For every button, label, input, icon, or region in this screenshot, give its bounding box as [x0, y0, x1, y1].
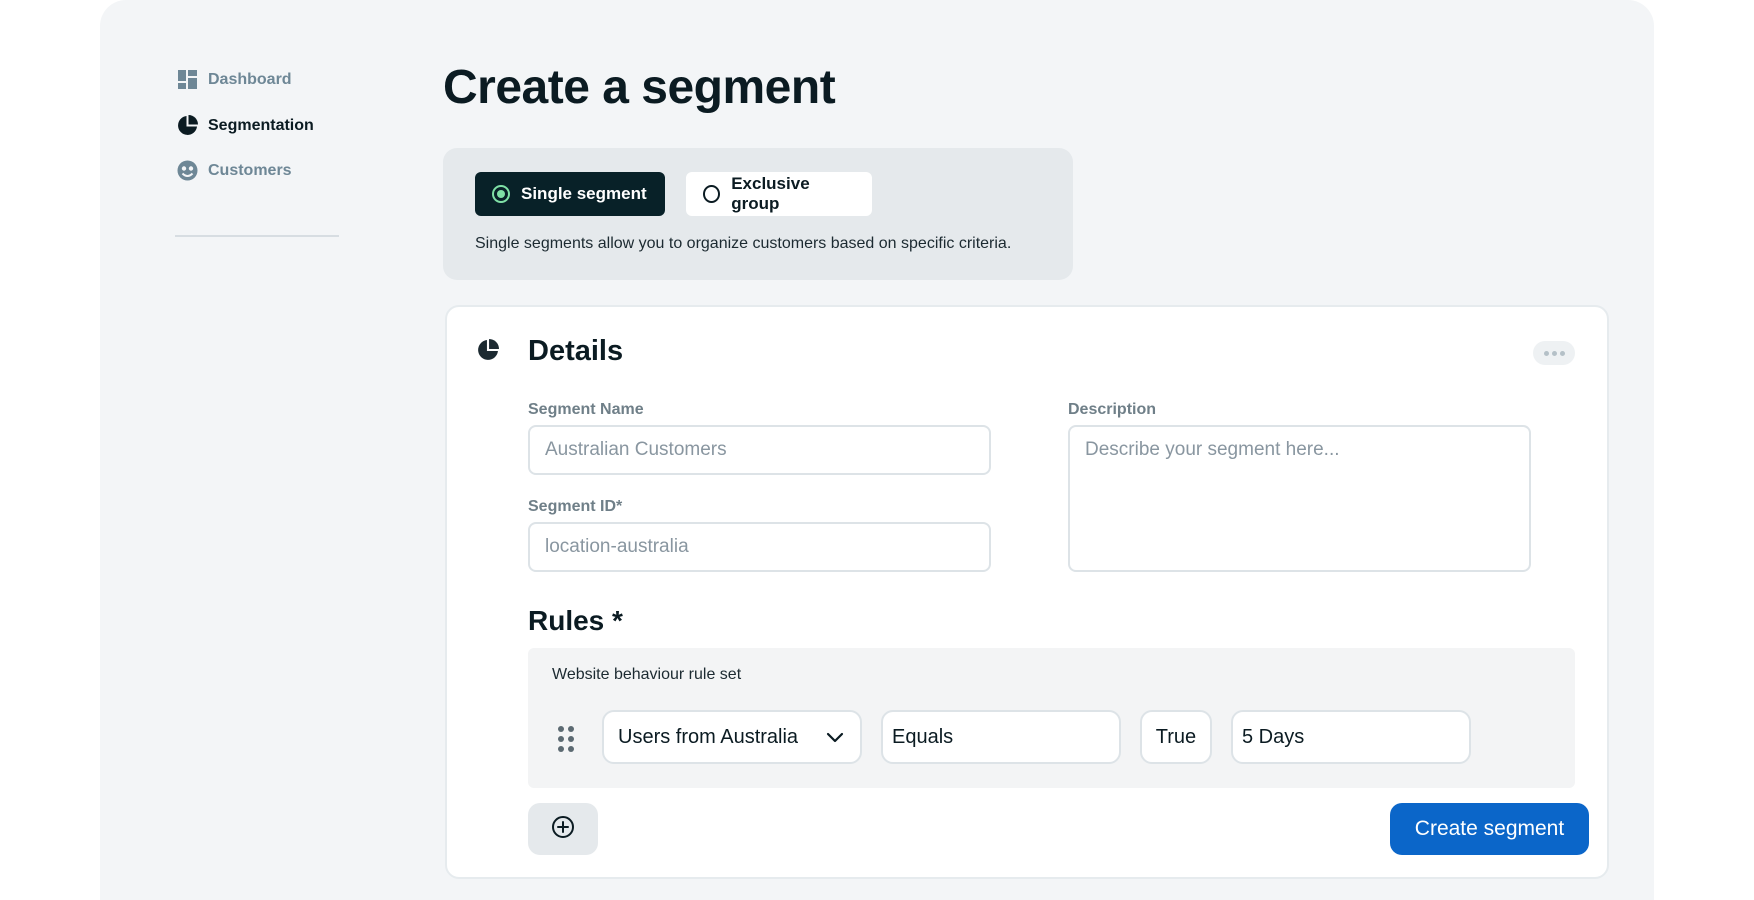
option-label: Exclusive group [731, 174, 810, 213]
rule-set-panel: Website behaviour rule set Users from Au… [528, 648, 1575, 788]
radio-unselected-icon [703, 185, 721, 203]
add-rule-button[interactable] [528, 803, 598, 855]
description-label: Description [1068, 401, 1157, 418]
customer-face-icon [177, 160, 198, 181]
segment-type-selector: Single segment Exclusive group Single se… [443, 148, 1073, 280]
dot-icon [1543, 350, 1549, 356]
rule-set-title: Website behaviour rule set [552, 666, 742, 683]
details-card: Details Segment Name Segment ID* Descrip… [445, 305, 1609, 879]
sidebar-divider [175, 235, 339, 237]
pie-chart-icon [177, 115, 198, 136]
rule-value-field[interactable]: True [1140, 710, 1212, 764]
description-textarea[interactable] [1068, 425, 1531, 572]
add-circle-icon [551, 815, 575, 844]
rule-attribute-select[interactable]: Users from Australia [602, 710, 862, 764]
segment-id-label: Segment ID* [528, 498, 623, 515]
sidebar-item-dashboard[interactable]: Dashboard [177, 69, 292, 90]
segment-type-description: Single segments allow you to organize cu… [475, 235, 1012, 252]
sidebar-item-customers[interactable]: Customers [177, 160, 292, 181]
segment-name-input[interactable] [528, 425, 991, 475]
rule-period-value: 5 Days [1242, 725, 1305, 748]
single-segment-option[interactable]: Single segment [475, 172, 665, 216]
sidebar-item-segmentation[interactable]: Segmentation [177, 115, 314, 136]
sidebar-item-label: Segmentation [208, 116, 314, 134]
details-title: Details [528, 335, 624, 367]
segment-id-input[interactable] [528, 522, 991, 572]
radio-selected-icon [492, 185, 510, 203]
rule-value-text: True [1155, 725, 1197, 748]
rule-operator-field[interactable]: Equals [881, 710, 1121, 764]
dot-icon [1551, 350, 1557, 356]
sidebar-item-label: Customers [208, 161, 292, 179]
dashboard-icon [177, 69, 198, 90]
option-label: Single segment [521, 184, 647, 203]
drag-handle-icon[interactable] [558, 726, 574, 752]
chevron-down-icon [826, 728, 844, 752]
rule-attribute-value: Users from Australia [618, 725, 799, 748]
rules-title: Rules * [528, 605, 623, 636]
sidebar-item-label: Dashboard [208, 70, 292, 88]
pie-chart-icon [477, 339, 499, 366]
rule-period-field[interactable]: 5 Days [1231, 710, 1471, 764]
create-segment-button[interactable]: Create segment [1390, 803, 1589, 855]
page-title: Create a segment [443, 61, 836, 114]
rule-operator-value: Equals [892, 725, 954, 748]
segment-name-label: Segment Name [528, 401, 644, 418]
exclusive-group-option[interactable]: Exclusive group [686, 172, 872, 216]
more-options-button[interactable] [1533, 341, 1575, 365]
dot-icon [1559, 350, 1565, 356]
app-container: Dashboard Segmentation Customers Create … [100, 0, 1654, 900]
